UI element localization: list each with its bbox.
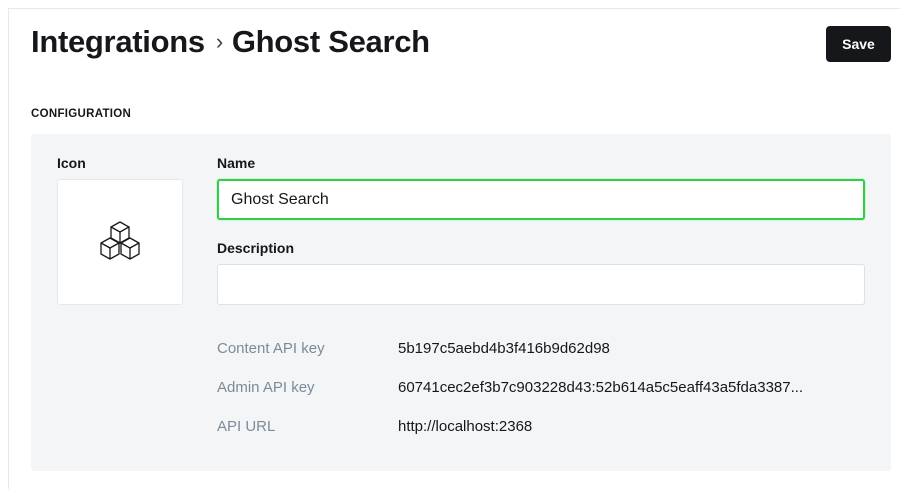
breadcrumb-separator-icon: › <box>215 29 223 54</box>
content-api-key-value[interactable]: 5b197c5aebd4b3f416b9d62d98 <box>398 340 610 357</box>
frame-left-border <box>8 8 9 489</box>
page-header: Integrations › Ghost Search Save <box>31 22 891 66</box>
description-label: Description <box>217 240 295 256</box>
admin-api-key-label: Admin API key <box>217 379 315 396</box>
admin-api-key-value[interactable]: 60741cec2ef3b7c903228d43:52b614a5c5eaff4… <box>398 379 803 396</box>
name-input[interactable] <box>217 179 865 220</box>
breadcrumb-parent-link[interactable]: Integrations <box>31 24 205 59</box>
section-label-configuration: CONFIGURATION <box>31 108 132 120</box>
breadcrumb-current: Ghost Search <box>231 24 430 59</box>
cubes-icon <box>100 221 140 260</box>
icon-upload-box[interactable] <box>57 179 183 305</box>
api-url-label: API URL <box>217 418 276 435</box>
api-url-value[interactable]: http://localhost:2368 <box>398 418 532 435</box>
frame-top-border <box>8 8 900 9</box>
save-button[interactable]: Save <box>826 26 891 62</box>
name-label: Name <box>217 155 256 171</box>
icon-label: Icon <box>57 155 86 171</box>
description-input[interactable] <box>217 264 865 305</box>
breadcrumb: Integrations › Ghost Search <box>31 22 430 65</box>
configuration-panel: Icon Name Description Content API key 5b… <box>31 134 891 471</box>
content-api-key-label: Content API key <box>217 340 325 357</box>
